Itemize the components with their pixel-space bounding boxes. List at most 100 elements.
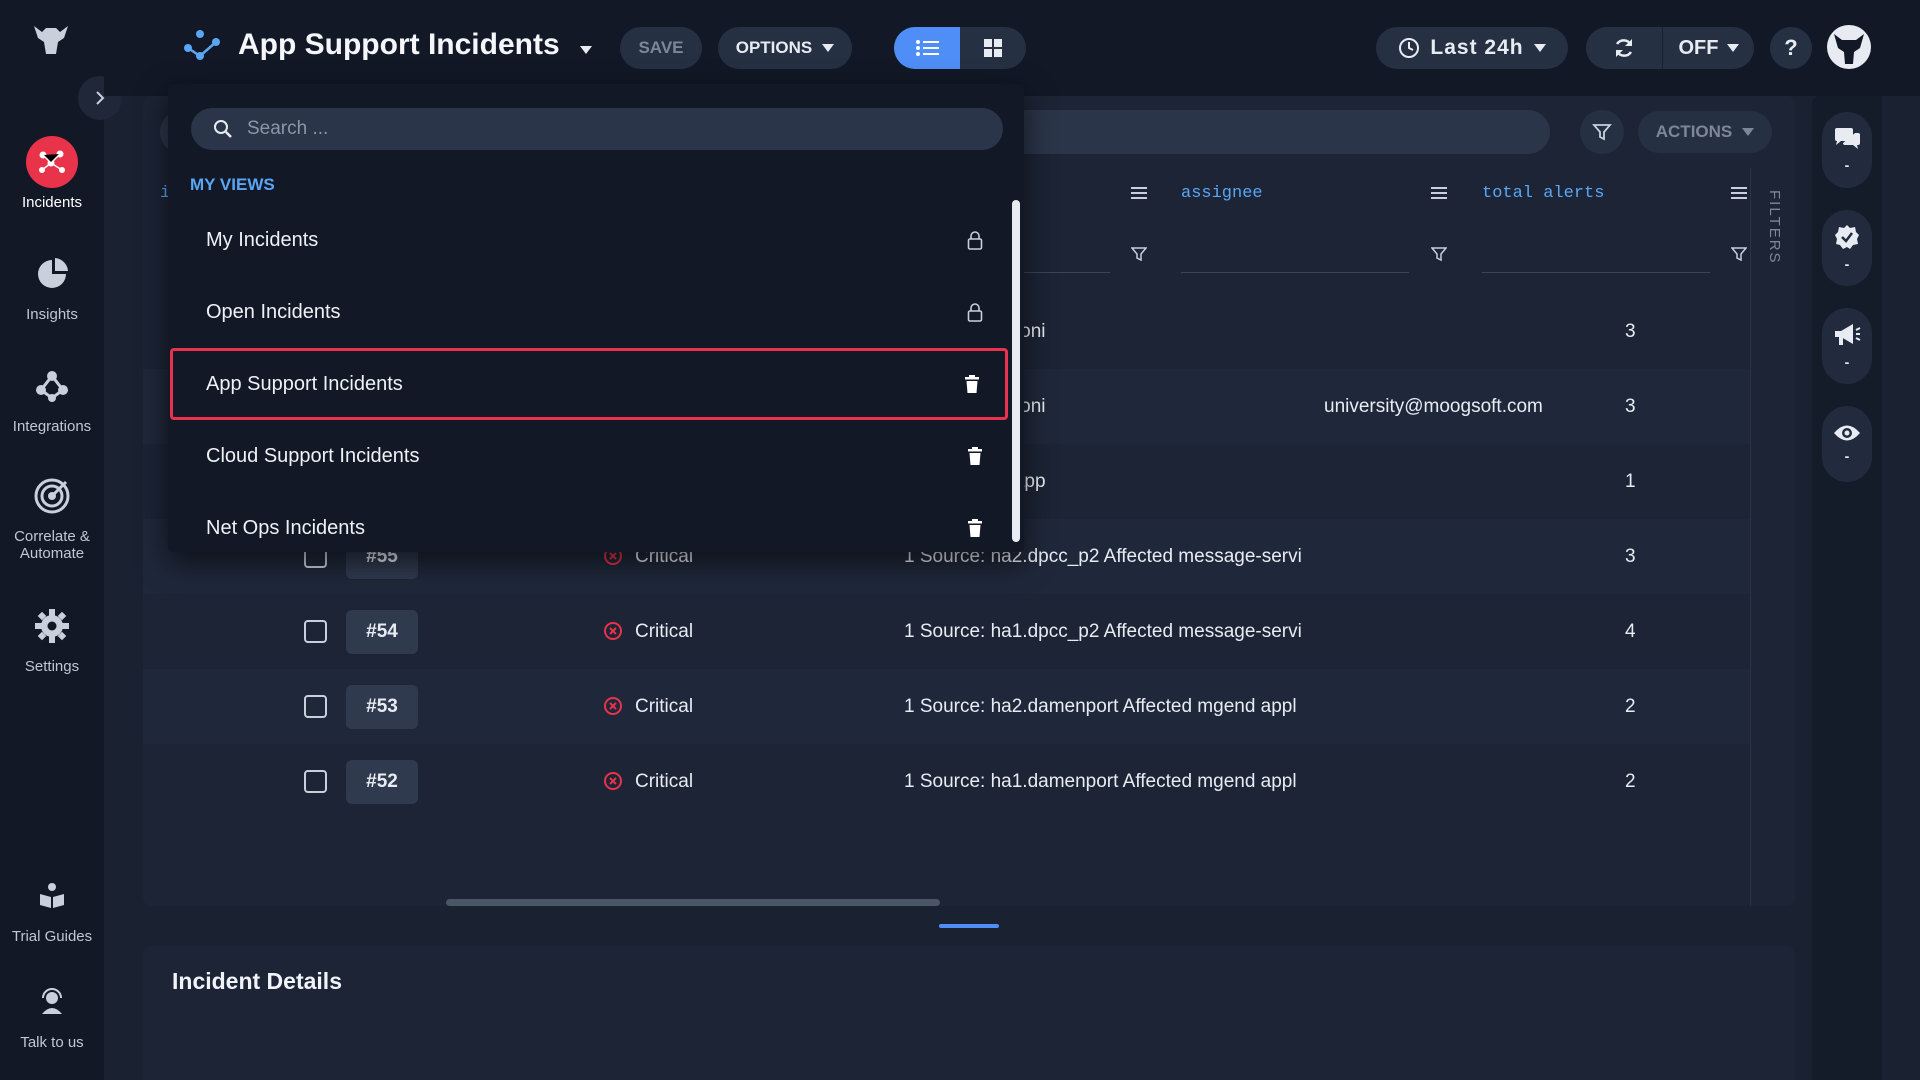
nav-label: Integrations bbox=[12, 418, 92, 435]
nav-label: Talk to us bbox=[20, 1034, 84, 1051]
row-total-alerts: 1 bbox=[1625, 471, 1636, 492]
lock-icon bbox=[967, 303, 983, 322]
time-range-select[interactable]: Last 24h bbox=[1376, 27, 1568, 69]
table-row[interactable]: #53 Critical 1 Source: ha2.damenport Aff… bbox=[143, 669, 1751, 744]
views-dropdown: MY VIEWS My Incidents Open Incidents App… bbox=[168, 84, 1024, 552]
nav-item-incidents[interactable]: Incidents bbox=[0, 136, 104, 211]
grid-view-button[interactable] bbox=[960, 27, 1026, 69]
view-item-open-incidents[interactable]: Open Incidents bbox=[170, 276, 1008, 348]
filters-tab[interactable]: FILTERS bbox=[1766, 190, 1783, 265]
verified-check-icon bbox=[1835, 225, 1859, 249]
horizontal-scrollbar[interactable] bbox=[446, 899, 940, 906]
support-agent-icon bbox=[26, 976, 78, 1028]
row-checkbox[interactable] bbox=[304, 770, 327, 793]
trash-icon[interactable] bbox=[963, 374, 981, 394]
help-button[interactable]: ? bbox=[1770, 27, 1812, 69]
list-view-button[interactable] bbox=[894, 27, 960, 69]
nav-item-trial-guides[interactable]: Trial Guides bbox=[0, 870, 104, 945]
incident-details-title: Incident Details bbox=[172, 968, 342, 994]
row-description: 1 Source: ha2.damenport Affected mgend a… bbox=[904, 696, 1297, 717]
nav-label: Insights bbox=[26, 306, 78, 323]
chat-button[interactable]: - bbox=[1822, 112, 1872, 188]
nav-item-integrations[interactable]: Integrations bbox=[0, 360, 104, 435]
nav-label: Settings bbox=[24, 658, 80, 675]
view-item-cloud-support-incidents[interactable]: Cloud Support Incidents bbox=[170, 420, 1008, 492]
row-total-alerts: 4 bbox=[1625, 621, 1636, 642]
view-item-app-support-incidents[interactable]: App Support Incidents bbox=[170, 348, 1008, 420]
row-total-alerts: 2 bbox=[1625, 771, 1636, 792]
actions-button[interactable]: ACTIONS bbox=[1638, 111, 1772, 153]
save-button[interactable]: SAVE bbox=[620, 27, 702, 69]
critical-icon bbox=[604, 622, 622, 640]
caret-down-icon bbox=[1533, 44, 1546, 52]
caret-down-icon[interactable] bbox=[578, 40, 594, 60]
section-heading: MY VIEWS bbox=[190, 175, 275, 194]
row-checkbox[interactable] bbox=[304, 620, 327, 643]
options-button[interactable]: OPTIONS bbox=[718, 27, 852, 69]
incident-id-badge[interactable]: #53 bbox=[346, 685, 418, 729]
refresh-group: OFF bbox=[1586, 27, 1754, 69]
nav-item-talk-to-us[interactable]: Talk to us bbox=[0, 976, 104, 1051]
megaphone-icon bbox=[1835, 324, 1861, 345]
nav-item-insights[interactable]: Insights bbox=[0, 248, 104, 323]
rail-count: - bbox=[1844, 448, 1850, 464]
resolve-button[interactable]: - bbox=[1822, 210, 1872, 286]
row-description: 1 Source: ha1.damenport Affected mgend a… bbox=[904, 771, 1297, 792]
nav-item-correlate-automate[interactable]: Correlate & Automate bbox=[0, 470, 104, 562]
time-range-label: Last 24h bbox=[1430, 36, 1524, 59]
incidents-icon bbox=[26, 136, 78, 188]
row-total-alerts: 3 bbox=[1625, 396, 1636, 417]
view-item-my-incidents[interactable]: My Incidents bbox=[170, 204, 1008, 276]
target-icon bbox=[26, 470, 78, 522]
rail-count: - bbox=[1844, 157, 1850, 173]
options-label: OPTIONS bbox=[735, 38, 813, 57]
row-total-alerts: 3 bbox=[1625, 546, 1636, 567]
table-row[interactable]: #54 Critical 1 Source: ha1.dpcc_p2 Affec… bbox=[143, 594, 1751, 669]
total-alerts-filter-input[interactable] bbox=[1482, 272, 1710, 273]
table-row[interactable]: #52 Critical 1 Source: ha1.damenport Aff… bbox=[143, 744, 1751, 819]
list-icon bbox=[916, 40, 939, 56]
watch-button[interactable]: - bbox=[1822, 406, 1872, 482]
column-filter-input[interactable] bbox=[1010, 272, 1110, 273]
trash-icon[interactable] bbox=[966, 446, 984, 466]
nav-label: Trial Guides bbox=[11, 928, 93, 945]
filter-icon[interactable] bbox=[1731, 246, 1747, 262]
nav-item-settings[interactable]: Settings bbox=[0, 600, 104, 675]
lock-icon bbox=[967, 231, 983, 250]
views-search-input[interactable] bbox=[247, 118, 947, 140]
auto-refresh-select[interactable]: OFF bbox=[1662, 27, 1754, 69]
column-menu-icon[interactable] bbox=[1131, 186, 1147, 200]
logo-icon[interactable] bbox=[32, 22, 70, 56]
column-menu-icon[interactable] bbox=[1431, 186, 1447, 200]
page-title[interactable]: App Support Incidents bbox=[238, 28, 560, 62]
gear-icon bbox=[26, 600, 78, 652]
panel-resize-handle[interactable] bbox=[939, 924, 999, 928]
incident-id-badge[interactable]: #52 bbox=[346, 760, 418, 804]
clock-icon bbox=[1399, 38, 1420, 58]
row-checkbox[interactable] bbox=[304, 695, 327, 718]
avatar[interactable] bbox=[1826, 24, 1872, 70]
row-description: 1 Source: ha1.dpcc_p2 Affected message-s… bbox=[904, 621, 1302, 642]
column-header-total-alerts[interactable]: total alerts bbox=[1482, 184, 1604, 203]
trash-icon[interactable] bbox=[966, 518, 984, 538]
view-item-label: App Support Incidents bbox=[206, 372, 403, 395]
filter-button[interactable] bbox=[1580, 110, 1624, 154]
dropdown-scrollbar[interactable] bbox=[1012, 200, 1020, 542]
announce-button[interactable]: - bbox=[1822, 308, 1872, 384]
search-icon bbox=[214, 120, 232, 138]
view-item-label: Net Ops Incidents bbox=[206, 516, 365, 539]
column-header-assignee[interactable]: assignee bbox=[1181, 184, 1263, 203]
incident-details-panel bbox=[143, 946, 1795, 1080]
assignee-filter-input[interactable] bbox=[1181, 272, 1409, 273]
column-menu-icon[interactable] bbox=[1731, 186, 1747, 200]
save-label: SAVE bbox=[638, 38, 684, 57]
guide-icon bbox=[26, 870, 78, 922]
view-item-net-ops-incidents[interactable]: Net Ops Incidents bbox=[170, 492, 1008, 552]
critical-icon bbox=[604, 772, 622, 790]
grid-icon bbox=[984, 39, 1002, 57]
filter-icon[interactable] bbox=[1431, 246, 1447, 262]
refresh-button[interactable] bbox=[1586, 27, 1662, 69]
incident-id-badge[interactable]: #54 bbox=[346, 610, 418, 654]
filter-icon[interactable] bbox=[1131, 246, 1147, 262]
divider bbox=[1750, 168, 1751, 906]
